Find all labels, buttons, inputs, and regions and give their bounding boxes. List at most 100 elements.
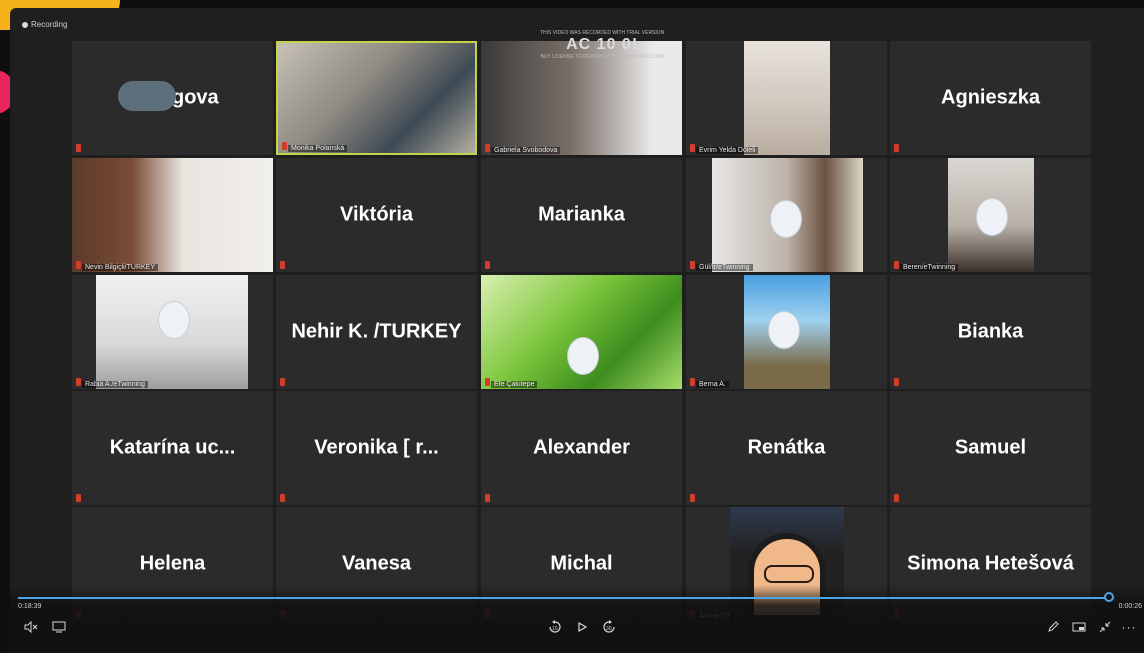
face-blur-mask [976, 198, 1008, 236]
mic-muted-icon [280, 378, 285, 386]
participant-tile[interactable]: Beren/eTwinning [890, 158, 1091, 272]
recording-indicator: Recording [22, 20, 67, 29]
participant-video [744, 41, 830, 155]
participant-name: Bianka [957, 320, 1024, 343]
captions-icon[interactable] [50, 618, 68, 636]
record-icon [22, 21, 28, 28]
elapsed-time: 0:18:39 [18, 603, 42, 610]
mic-muted-icon [76, 261, 81, 269]
name-blur-mask [118, 81, 176, 111]
face-blur-mask [567, 337, 599, 375]
participant-name: Agnieszka [941, 86, 1040, 109]
watermark-line2: BUY LICENSE TO REMOVE IT: WWW.ACVIDEO.CO… [540, 54, 664, 60]
seek-knob[interactable] [1103, 592, 1114, 602]
rewind-10-icon[interactable]: 10 [546, 618, 564, 636]
participant-name: Nehir K. /TURKEY [291, 320, 462, 343]
face-blur-mask [158, 301, 190, 339]
participant-tile[interactable]: Marianka [481, 158, 682, 272]
participant-name: Katarína uc... [109, 436, 236, 459]
participant-tile[interactable]: Monika Polanská [276, 41, 477, 155]
watermark: THIS VIDEO WAS RECORDED WITH TRIAL VERSI… [540, 30, 664, 60]
mic-muted-icon [894, 144, 899, 152]
participant-video [744, 275, 830, 389]
participant-video [278, 43, 475, 153]
remaining-time: 0:00:26 [1118, 603, 1142, 610]
exit-fullscreen-icon[interactable] [1096, 618, 1114, 636]
face-blur-mask [768, 311, 800, 349]
mini-player-icon[interactable] [1070, 618, 1088, 636]
participant-name: Samuel [954, 436, 1027, 459]
mic-muted-icon [282, 142, 287, 150]
mic-muted-icon [76, 494, 81, 502]
player-controls: 0:18:39 0:00:26 10 30 ··· [10, 585, 1144, 653]
participant-tile[interactable]: Agnieszka [890, 41, 1091, 155]
mic-muted-icon [280, 494, 285, 502]
seek-bar[interactable] [18, 592, 1114, 602]
mic-muted-icon [894, 494, 899, 502]
mic-muted-icon [690, 494, 695, 502]
mic-muted-icon [485, 378, 490, 386]
mic-muted-icon [76, 378, 81, 386]
recording-label: Recording [31, 20, 68, 29]
participant-label: Evrim Yelda Döleli [696, 147, 759, 154]
participant-name: Veronika [ r... [314, 436, 439, 459]
edit-pencil-icon[interactable] [1044, 618, 1062, 636]
participant-tile[interactable]: Viktória [276, 158, 477, 272]
participant-name: Viktória [340, 203, 413, 226]
mic-muted-icon [280, 261, 285, 269]
participant-video [72, 158, 273, 272]
participant-video [712, 158, 863, 272]
mic-muted-icon [894, 378, 899, 386]
participant-tile[interactable]: Alexander [481, 391, 682, 505]
participant-label: Berna A. [696, 381, 729, 388]
participant-label: Efe Çakıtepe [491, 381, 538, 388]
participant-tile[interactable]: Samuel [890, 391, 1091, 505]
more-options-icon[interactable]: ··· [1120, 618, 1138, 636]
participant-video [96, 275, 248, 389]
mic-muted-icon [690, 144, 695, 152]
watermark-logo: AC 10 0! [566, 36, 639, 53]
participant-tile[interactable]: Renátka [686, 391, 887, 505]
participant-tile[interactable]: Bianka [890, 275, 1091, 389]
participant-video [948, 158, 1034, 272]
participant-name: Vanesa [342, 552, 411, 575]
mic-muted-icon [485, 494, 490, 502]
participant-tile[interactable]: Evrim Yelda Döleli [686, 41, 887, 155]
mic-muted-icon [485, 261, 490, 269]
participant-tile[interactable]: Katarína uc... [72, 391, 273, 505]
participant-video [481, 275, 682, 389]
participant-tile[interactable]: Gül/tr/eTwinning [686, 158, 887, 272]
mic-muted-icon [690, 378, 695, 386]
participant-label: Nevin Bilgiçli/TURKEY [82, 264, 159, 271]
seek-bar-fill [18, 597, 1109, 599]
participant-tile[interactable]: Berna A. [686, 275, 887, 389]
svg-text:10: 10 [552, 626, 558, 632]
participant-label: Rabia A./eTwinning [82, 381, 148, 388]
participant-name: Renátka [747, 436, 826, 459]
participant-label: Beren/eTwinning [900, 264, 959, 271]
participant-name: Marianka [538, 203, 625, 226]
mic-muted-icon [894, 261, 899, 269]
play-icon[interactable] [573, 618, 591, 636]
forward-30-icon[interactable]: 30 [600, 618, 618, 636]
volume-mute-icon[interactable] [22, 618, 40, 636]
participant-name: Helena [139, 552, 206, 575]
participant-label: Gül/tr/eTwinning [696, 264, 753, 271]
participant-label: Gabriela Svobodova [491, 147, 561, 154]
participant-name: Michal [550, 552, 613, 575]
participant-name: gova [172, 86, 219, 109]
participant-tile[interactable]: Nehir K. /TURKEY [276, 275, 477, 389]
mic-muted-icon [690, 261, 695, 269]
glasses-icon [764, 565, 814, 583]
participant-tile[interactable]: Rabia A./eTwinning [72, 275, 273, 389]
participant-tile[interactable]: Nevin Bilgiçli/TURKEY [72, 158, 273, 272]
participant-tile[interactable]: Efe Çakıtepe [481, 275, 682, 389]
svg-text:30: 30 [606, 626, 612, 632]
participant-tile[interactable]: Veronika [ r... [276, 391, 477, 505]
participant-grid: gova Monika Polanská Gabriela Svobodova Evr… [72, 41, 1092, 626]
mic-muted-icon [485, 144, 490, 152]
face-blur-mask [770, 200, 802, 238]
participant-name: Simona Hetešová [907, 552, 1074, 575]
participant-label: Monika Polanská [288, 145, 348, 152]
participant-tile[interactable]: gova [72, 41, 273, 155]
